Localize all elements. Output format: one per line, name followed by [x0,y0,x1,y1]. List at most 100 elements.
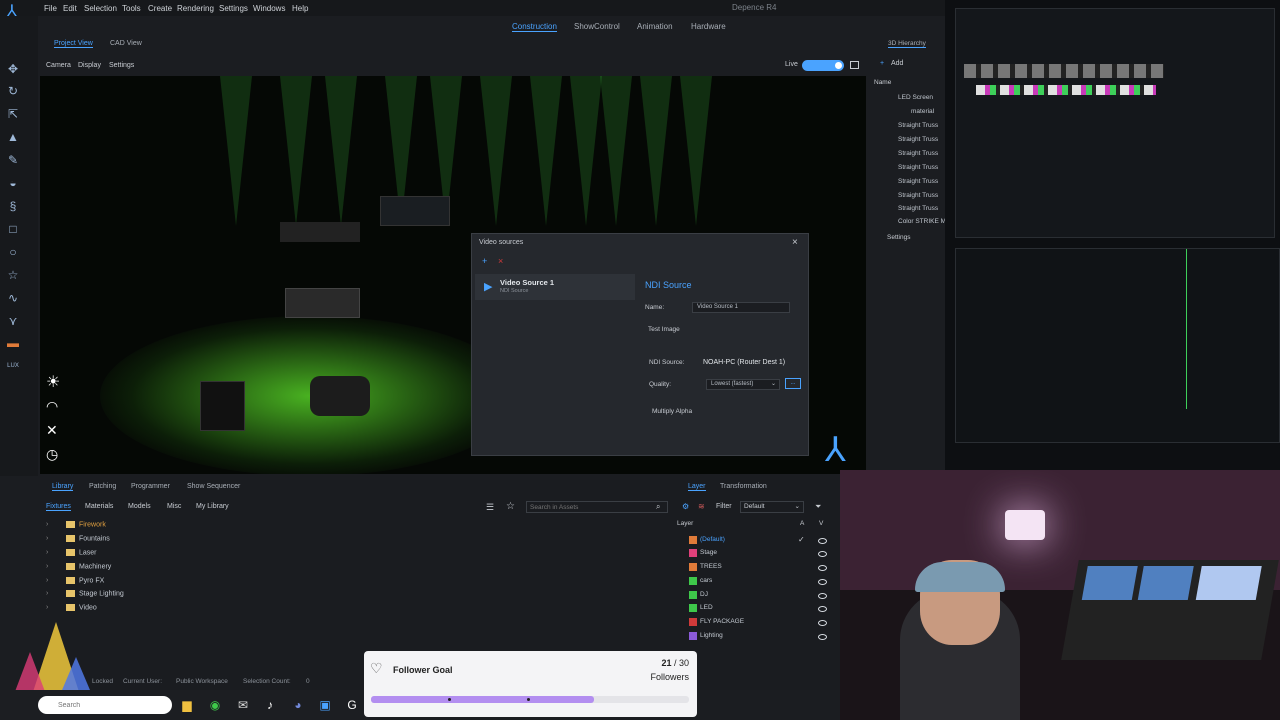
folder-item[interactable]: › Firework [46,521,106,528]
layer-name[interactable]: Lighting [700,632,723,639]
brush-icon[interactable]: ✎ [6,153,20,167]
layer-settings-icon[interactable]: ⚙ [682,502,689,511]
palette-icon[interactable]: ▬ [6,336,20,350]
scale-icon[interactable]: ⇱ [6,107,20,121]
eye-icon[interactable] [818,620,827,626]
tab-animation[interactable]: Animation [637,22,673,31]
rectangle-icon[interactable]: □ [6,222,20,236]
tab-patching[interactable]: Patching [89,483,116,490]
asset-search-input[interactable] [526,501,668,513]
move-icon[interactable]: ✥ [6,62,20,76]
tree-item[interactable]: Straight Truss [898,136,938,143]
tiktok-icon[interactable]: ♪ [263,698,277,712]
filter-icon[interactable]: ⏷ [815,502,821,512]
more-button[interactable]: ... [785,378,801,389]
layer-color[interactable] [689,591,697,599]
layer-color[interactable] [689,563,697,571]
tree-item[interactable]: Color STRIKE M [898,218,946,225]
menu-selection[interactable]: Selection [84,4,117,13]
folder-item[interactable]: › Machinery [46,563,111,570]
multiply-alpha-label[interactable]: Multiply Alpha [652,408,692,415]
lux-icon[interactable]: LUX [6,359,20,373]
tab-show-sequencer[interactable]: Show Sequencer [187,483,240,490]
ndi-source-value[interactable]: NOAH-PC (Router Dest 1) [703,359,785,366]
test-image-label[interactable]: Test Image [648,326,680,333]
chrome-icon[interactable]: ◉ [208,698,222,712]
folder-item[interactable]: › Fountains [46,535,110,542]
layer-name[interactable]: LED [700,604,713,611]
timer-icon[interactable]: ◷ [46,446,66,466]
tree-item[interactable]: Straight Truss [898,178,938,185]
layer-name[interactable]: Stage [700,549,717,556]
source-list-item[interactable]: ▶ Video Source 1 NDI Source [475,274,635,300]
layer-color[interactable] [689,632,697,640]
eye-icon[interactable] [818,606,827,612]
tab-project-view[interactable]: Project View [54,40,93,48]
menu-create[interactable]: Create [148,4,172,13]
tree-item[interactable]: LED Screen [898,94,933,101]
subtab-models[interactable]: Models [128,503,151,510]
app-icon-2[interactable]: G [345,698,359,712]
mail-icon[interactable]: ✉ [236,698,250,712]
layer-color[interactable] [689,549,697,557]
folder-item[interactable]: › Video [46,604,97,611]
add-icon[interactable]: + [482,256,487,266]
tab-showcontrol[interactable]: ShowControl [574,22,620,31]
sun-icon[interactable]: ☀ [46,372,66,392]
wave-icon[interactable]: ∿ [6,291,20,305]
tab-3d-hierarchy[interactable]: 3D Hierarchy [888,40,926,48]
hierarchy-settings[interactable]: Settings [887,234,911,241]
fill-icon[interactable]: ◒ [6,176,20,190]
layer-name[interactable]: TREES [700,563,722,570]
layer-stack-icon[interactable]: ≋ [698,502,705,511]
close-icon[interactable]: × [792,237,798,248]
camera-menu[interactable]: Camera [46,62,71,69]
menu-edit[interactable]: Edit [63,4,77,13]
display-menu[interactable]: Display [78,62,101,69]
eye-icon[interactable] [818,551,827,557]
tab-programmer[interactable]: Programmer [131,483,170,490]
folder-item[interactable]: › Laser [46,549,97,556]
tree-item[interactable]: Straight Truss [898,164,938,171]
menu-file[interactable]: File [44,4,57,13]
tree-item[interactable]: Straight Truss [898,205,938,212]
eye-icon[interactable] [818,565,827,571]
file-explorer-icon[interactable]: ▆ [180,698,194,712]
quality-select[interactable]: Lowest (fastest) ⌄ [706,379,780,390]
settings-menu[interactable]: Settings [109,62,134,69]
menu-help[interactable]: Help [292,4,308,13]
tools-icon[interactable]: ✕ [46,422,66,442]
live-toggle[interactable] [802,60,844,71]
spline-icon[interactable]: § [6,199,20,213]
menu-tools[interactable]: Tools [122,4,141,13]
folder-item[interactable]: › Pyro FX [46,577,104,584]
tree-item[interactable]: material [911,108,934,115]
maximize-icon[interactable] [850,61,859,69]
tab-cad-view[interactable]: CAD View [110,40,142,47]
layer-name[interactable]: (Default) [700,536,725,543]
terrain-icon[interactable]: ▲ [6,130,20,144]
discord-icon[interactable]: ◕ [291,698,305,712]
layer-name[interactable]: FLY PACKAGE [700,618,744,625]
layer-name[interactable]: cars [700,577,712,584]
tab-library[interactable]: Library [52,483,74,491]
star-icon[interactable]: ☆ [6,268,20,282]
rotate-icon[interactable]: ↻ [6,84,20,98]
layer-color[interactable] [689,604,697,612]
eye-icon[interactable] [818,634,827,640]
subtab-materials[interactable]: Materials [85,503,113,510]
tree-item[interactable]: Straight Truss [898,150,938,157]
menu-windows[interactable]: Windows [253,4,285,13]
tab-construction[interactable]: Construction [512,22,557,32]
circle-icon[interactable]: ○ [6,245,20,259]
subtab-my-library[interactable]: My Library [196,503,229,510]
menu-settings[interactable]: Settings [219,4,248,13]
eye-icon[interactable] [818,593,827,599]
add-button[interactable]: Add [891,60,903,67]
check-icon[interactable]: ✓ [798,535,805,544]
vertex-icon[interactable]: ⋎ [6,314,20,328]
tree-item[interactable]: Straight Truss [898,122,938,129]
layer-color[interactable] [689,618,697,626]
layer-color[interactable] [689,536,697,544]
folder-item[interactable]: › Stage Lighting [46,590,124,597]
